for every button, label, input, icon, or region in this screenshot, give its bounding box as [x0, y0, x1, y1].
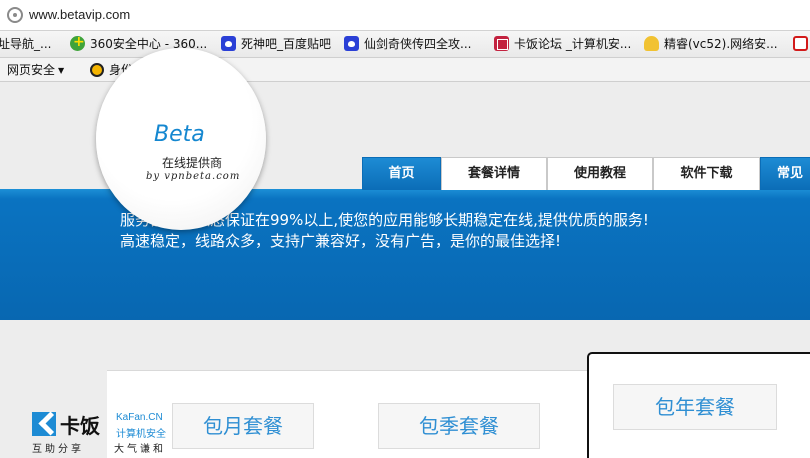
banner-line-2: 高速稳定，线路众多，支持广兼容好，没有广告，是你的最佳选择!: [120, 232, 562, 250]
bookmark-icon: [793, 36, 808, 51]
watermark-slogan-2: 大气谦和: [114, 444, 166, 455]
kafan-icon: [494, 36, 509, 51]
baidu-paw-icon: [221, 36, 236, 51]
bookmark-label: 死神吧_百度贴吧: [241, 37, 332, 51]
bookmark-item[interactable]: 卡饭论坛 _计算机安...: [494, 35, 631, 55]
quarterly-package-button[interactable]: 包季套餐: [378, 403, 540, 449]
tab-software-download[interactable]: 软件下载: [653, 157, 760, 190]
watermark-slogan-1: 互助分享: [32, 444, 84, 455]
bookmark-item[interactable]: 仙剑奇侠传四全攻...: [344, 35, 471, 55]
site-logo[interactable]: Beta 在线提供商 by vpnbeta.com: [96, 48, 266, 230]
watermark-subtitle: 计算机安全: [116, 429, 166, 440]
logo-brand: Beta: [154, 122, 205, 147]
url-text[interactable]: www.betavip.com: [29, 7, 130, 22]
monthly-package-button[interactable]: 包月套餐: [172, 403, 314, 449]
address-bar[interactable]: www.betavip.com: [0, 0, 810, 31]
bookmark-item[interactable]: 精睿(vc52).网络安...: [644, 35, 778, 55]
bookmark-label: 精睿(vc52).网络安...: [664, 37, 778, 51]
watermark-domain: KaFan.CN: [116, 412, 163, 423]
chevron-down-icon: ▼: [58, 66, 65, 75]
tab-tutorial[interactable]: 使用教程: [547, 157, 653, 190]
360-icon: [70, 33, 85, 52]
watermark-name: 卡饭: [60, 414, 100, 438]
tab-faq[interactable]: 常见: [760, 157, 810, 190]
shield-icon: [90, 63, 104, 77]
browser-window: www.betavip.com 址导航_... 360安全中心 - 360...…: [0, 0, 810, 458]
bookmark-label: 卡饭论坛 _计算机安...: [514, 37, 632, 51]
bookmark-item[interactable]: 死神吧_百度贴吧: [221, 35, 331, 55]
tab-package-details[interactable]: 套餐详情: [441, 157, 547, 190]
bookmark-item[interactable]: 址导航_...: [0, 35, 51, 55]
tab-home[interactable]: 首页: [362, 157, 441, 190]
featured-package-card: 包年套餐: [587, 352, 810, 458]
bookmark-label: 址导航_...: [0, 37, 52, 51]
web-security-label: 网页安全: [7, 63, 56, 77]
logo-subtitle: 在线提供商: [162, 156, 223, 170]
web-security-menu[interactable]: 网页安全 ▼: [7, 62, 64, 79]
kafan-watermark: 卡饭 互助分享 KaFan.CN 计算机安全 大气谦和: [30, 410, 180, 456]
bookmark-label: 仙剑奇侠传四全攻...: [364, 37, 472, 51]
web-page: 服务器在线状态保证在99%以上,使您的应用能够长期稳定在线,提供优质的服务! 高…: [0, 48, 810, 458]
bookmark-item[interactable]: [793, 35, 810, 55]
yearly-package-button[interactable]: 包年套餐: [613, 384, 777, 430]
kafan-logo-icon: [32, 412, 56, 436]
jingrui-icon: [644, 36, 659, 51]
bookmarks-bar: 址导航_... 360安全中心 - 360... 死神吧_百度贴吧 仙剑奇侠传四…: [0, 31, 810, 58]
site-globe-icon: [7, 7, 23, 23]
baidu-paw-icon: [344, 36, 359, 51]
logo-byline: by vpnbeta.com: [146, 171, 241, 182]
